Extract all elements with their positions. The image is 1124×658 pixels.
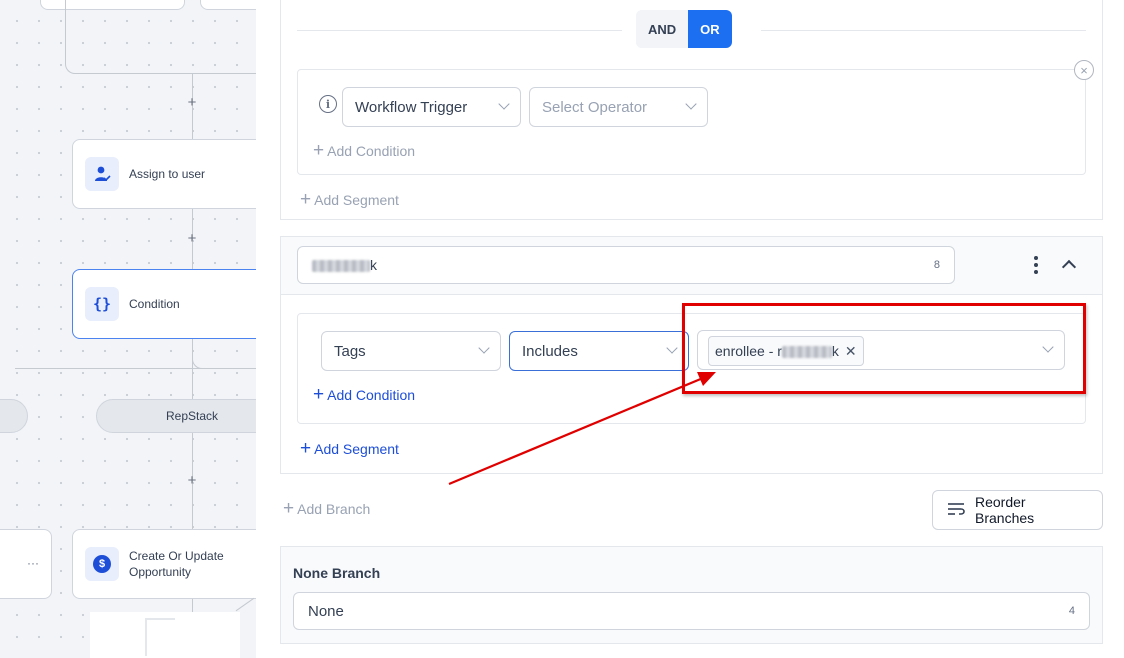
dollar-icon: $ [85, 547, 119, 581]
connector [15, 368, 256, 369]
chevron-down-icon [685, 98, 697, 110]
reorder-branches-button[interactable]: Reorder Branches [932, 490, 1103, 530]
chevron-down-icon [666, 342, 678, 354]
character-count: 8 [933, 259, 940, 271]
node-condition[interactable]: {} Condition [72, 269, 256, 339]
workflow-canvas[interactable]: + Assign to user + {} Condition RepStack… [0, 0, 256, 658]
and-toggle-button[interactable]: AND [636, 10, 689, 48]
tag-chip: enrollee - rk ✕ [708, 336, 864, 366]
tag-value-multiselect[interactable]: enrollee - rk ✕ [697, 330, 1065, 370]
connector [65, 0, 66, 62]
plus-icon: + [313, 140, 325, 161]
redacted-text [312, 260, 370, 273]
connector-diagonal [235, 597, 255, 612]
top-node-left[interactable] [40, 0, 185, 10]
add-step-icon[interactable]: + [185, 231, 199, 246]
info-icon: i [319, 95, 337, 113]
node-label: Assign to user [129, 167, 206, 181]
add-segment-button[interactable]: + Add Segment [300, 438, 399, 459]
remove-tag-icon[interactable]: ✕ [845, 343, 857, 360]
divider [761, 30, 1086, 31]
add-condition-button[interactable]: + Add Condition [313, 384, 415, 405]
logic-toggle[interactable]: AND OR [636, 10, 732, 48]
kebab-menu-icon[interactable] [1028, 256, 1044, 274]
node-create-update-opportunity[interactable]: $ Create Or Update Opportunity [72, 529, 256, 599]
node-assign-to-user[interactable]: Assign to user [72, 139, 256, 209]
add-branch-button[interactable]: + Add Branch [283, 498, 370, 519]
add-step-icon[interactable]: + [185, 473, 199, 488]
chevron-down-icon [498, 98, 510, 110]
operator-select[interactable]: Includes [509, 331, 689, 371]
none-branch-title: None Branch [293, 565, 381, 581]
plus-icon: + [300, 189, 312, 210]
node-label: Create Or Update Opportunity [129, 549, 224, 579]
branch-pill-repstack[interactable]: RepStack [96, 399, 256, 433]
user-assign-icon [85, 157, 119, 191]
plus-icon: + [313, 384, 325, 405]
divider [297, 30, 622, 31]
add-segment-button[interactable]: + Add Segment [300, 189, 399, 210]
add-step-icon[interactable]: + [185, 95, 199, 110]
braces-icon: {} [85, 287, 119, 321]
add-condition-button[interactable]: + Add Condition [313, 140, 415, 161]
more-options-icon[interactable]: ··· [27, 556, 39, 570]
none-branch-name-input[interactable]: None 4 [293, 592, 1090, 630]
connector [75, 73, 256, 74]
branch-pill-left[interactable] [0, 399, 28, 433]
condition-panel: AND OR × i Workflow Trigger Select Opera… [256, 0, 1124, 658]
top-node-right[interactable] [200, 0, 256, 10]
node-label: Condition [129, 297, 180, 311]
condition-field-select[interactable]: Workflow Trigger [342, 87, 521, 127]
branch-name-input[interactable]: k 8 [297, 246, 955, 284]
mini-preview [90, 612, 240, 658]
operator-select[interactable]: Select Operator [529, 87, 708, 127]
condition-field-select[interactable]: Tags [321, 331, 501, 371]
plus-icon: + [300, 438, 312, 459]
chevron-down-icon [1042, 341, 1054, 353]
or-toggle-button[interactable]: OR [688, 10, 732, 48]
character-count: 4 [1068, 605, 1075, 617]
chevron-down-icon [478, 342, 490, 354]
remove-segment-icon[interactable]: × [1074, 60, 1094, 80]
redacted-text [781, 346, 832, 359]
node-left-partial[interactable]: ··· [0, 529, 52, 599]
reorder-icon [947, 502, 965, 519]
plus-icon: + [283, 498, 295, 519]
connector-curve [192, 339, 210, 369]
connector-curve [65, 55, 83, 74]
